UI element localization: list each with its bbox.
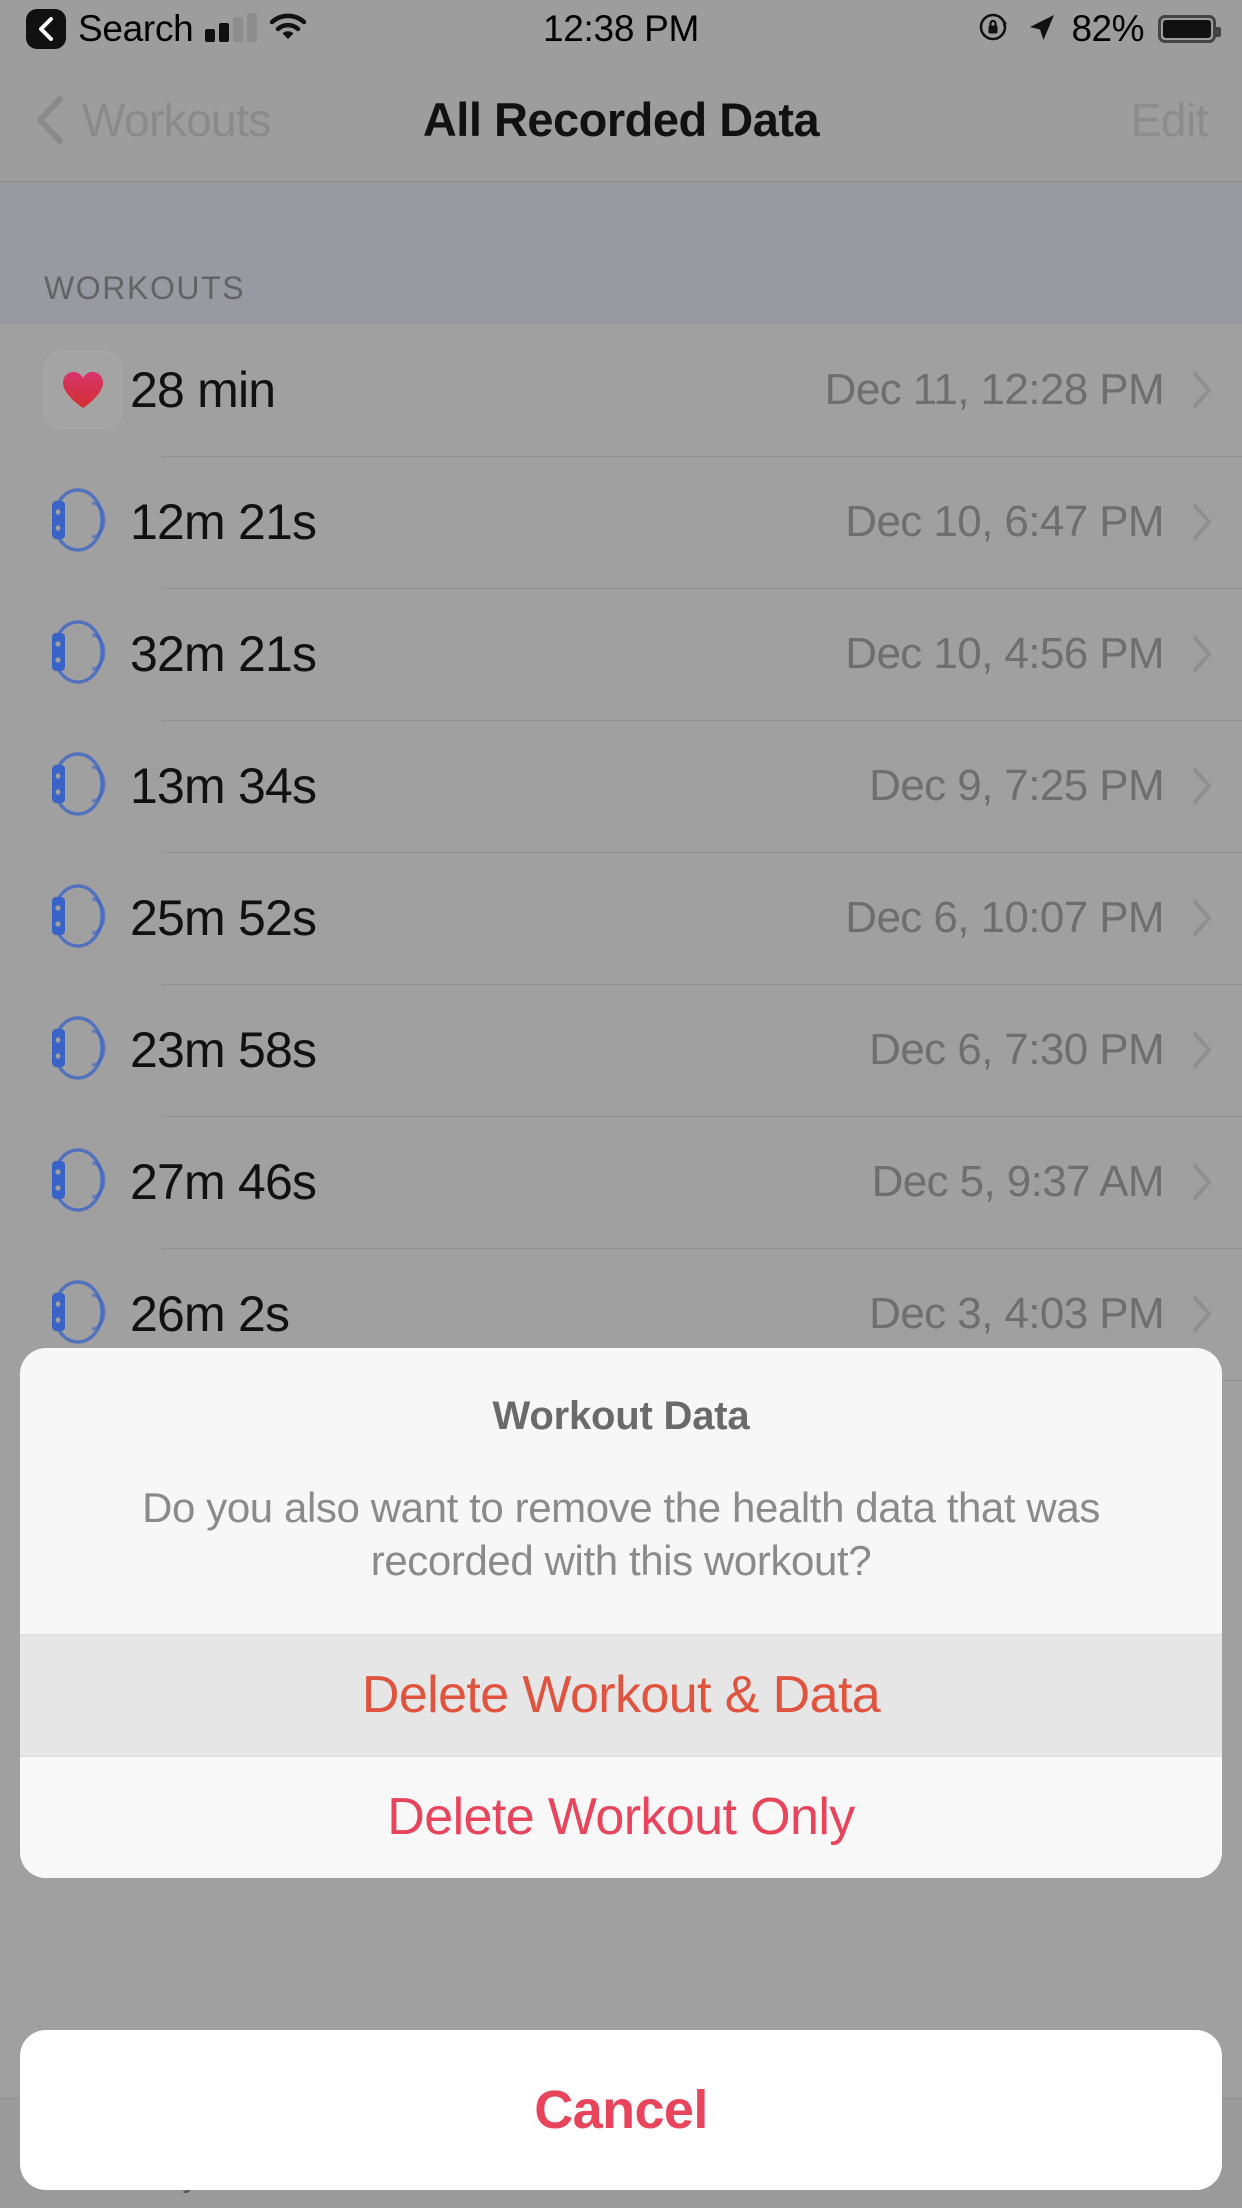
chevron-right-icon bbox=[1190, 370, 1214, 410]
row-source-icon bbox=[44, 1137, 130, 1228]
chevron-right-icon bbox=[1190, 766, 1214, 806]
health-app-chip bbox=[44, 351, 122, 429]
apple-watch-icon bbox=[44, 873, 108, 964]
nav-back-label: Workouts bbox=[82, 93, 271, 146]
table-row[interactable]: 12m 21s Dec 10, 6:47 PM bbox=[0, 456, 1242, 588]
table-row[interactable]: 27m 46s Dec 5, 9:37 AM bbox=[0, 1116, 1242, 1248]
workout-date: Dec 9, 7:25 PM bbox=[869, 761, 1164, 810]
workout-duration: 27m 46s bbox=[130, 1154, 317, 1210]
cancel-button-label: Cancel bbox=[534, 2080, 708, 2140]
workout-duration: 23m 58s bbox=[130, 1022, 317, 1078]
status-bar-right: 82% bbox=[977, 8, 1221, 50]
workout-date: Dec 6, 10:07 PM bbox=[845, 893, 1164, 942]
section-header-workouts: WORKOUTS bbox=[0, 252, 1242, 324]
row-source-icon bbox=[44, 477, 130, 568]
workout-duration: 32m 21s bbox=[130, 626, 317, 682]
row-source-icon bbox=[44, 609, 130, 700]
chevron-right-icon bbox=[1190, 1294, 1214, 1334]
chevron-right-icon bbox=[1190, 1030, 1214, 1070]
workout-date: Dec 10, 6:47 PM bbox=[845, 497, 1164, 546]
battery-percent-label: 82% bbox=[1071, 8, 1144, 49]
workout-date: Dec 6, 7:30 PM bbox=[869, 1025, 1164, 1074]
edit-button[interactable]: Edit bbox=[1131, 93, 1209, 147]
workout-list[interactable]: 28 min Dec 11, 12:28 PM 12m 21s Dec 10, 6:4… bbox=[0, 324, 1242, 2208]
workout-date: Dec 10, 4:56 PM bbox=[845, 629, 1164, 678]
apple-watch-icon bbox=[44, 1005, 108, 1096]
section-spacer bbox=[0, 182, 1242, 252]
status-bar: Search 12:38 PM 82% bbox=[0, 0, 1242, 58]
apple-watch-icon bbox=[44, 741, 108, 832]
row-source-icon bbox=[44, 741, 130, 832]
workout-date: Dec 3, 4:03 PM bbox=[869, 1289, 1164, 1338]
battery-icon bbox=[1158, 15, 1221, 43]
workout-duration: 12m 21s bbox=[130, 494, 317, 550]
table-row[interactable]: 13m 34s Dec 9, 7:25 PM bbox=[0, 720, 1242, 852]
row-source-icon bbox=[44, 351, 130, 429]
workout-duration: 26m 2s bbox=[130, 1286, 290, 1342]
table-row[interactable]: 32m 21s Dec 10, 4:56 PM bbox=[0, 588, 1242, 720]
apple-watch-icon bbox=[44, 1269, 108, 1360]
chevron-left-icon bbox=[37, 95, 63, 144]
workout-date: Dec 5, 9:37 AM bbox=[871, 1157, 1165, 1206]
apple-watch-icon bbox=[44, 477, 108, 568]
delete-workout-only-button[interactable]: Delete Workout Only bbox=[20, 1755, 1222, 1878]
chevron-right-icon bbox=[1190, 898, 1214, 938]
action-sheet-title: Workout Data bbox=[492, 1394, 750, 1438]
apple-watch-icon bbox=[44, 609, 108, 700]
delete-workout-and-data-button[interactable]: Delete Workout & Data bbox=[20, 1633, 1222, 1756]
iphone-screen: Search 12:38 PM 82% Workouts All Recorde… bbox=[0, 0, 1242, 2208]
chevron-right-icon bbox=[1190, 502, 1214, 542]
action-sheet: Workout Data Do you also want to remove … bbox=[20, 1348, 1222, 1878]
row-source-icon bbox=[44, 1005, 130, 1096]
row-source-icon bbox=[44, 873, 130, 964]
table-row[interactable]: 23m 58s Dec 6, 7:30 PM bbox=[0, 984, 1242, 1116]
action-sheet-header: Workout Data Do you also want to remove … bbox=[20, 1348, 1222, 1634]
chevron-right-icon bbox=[1190, 634, 1214, 674]
rotation-lock-icon bbox=[977, 10, 1011, 49]
apple-watch-icon bbox=[44, 1137, 108, 1228]
nav-back-button[interactable]: Workouts bbox=[34, 93, 271, 147]
table-row[interactable]: 28 min Dec 11, 12:28 PM bbox=[0, 324, 1242, 456]
action-sheet-message: Do you also want to remove the health da… bbox=[142, 1484, 1100, 1585]
row-source-icon bbox=[44, 1269, 130, 1360]
location-arrow-icon bbox=[1025, 11, 1057, 48]
workout-duration: 13m 34s bbox=[130, 758, 317, 814]
workout-duration: 28 min bbox=[130, 362, 276, 418]
heart-icon bbox=[62, 371, 104, 408]
table-row[interactable]: 25m 52s Dec 6, 10:07 PM bbox=[0, 852, 1242, 984]
workout-date: Dec 11, 12:28 PM bbox=[824, 365, 1165, 414]
chevron-right-icon bbox=[1190, 1162, 1214, 1202]
cancel-button[interactable]: Cancel bbox=[20, 2030, 1222, 2190]
workout-duration: 25m 52s bbox=[130, 890, 317, 946]
navigation-bar: Workouts All Recorded Data Edit bbox=[0, 58, 1242, 182]
